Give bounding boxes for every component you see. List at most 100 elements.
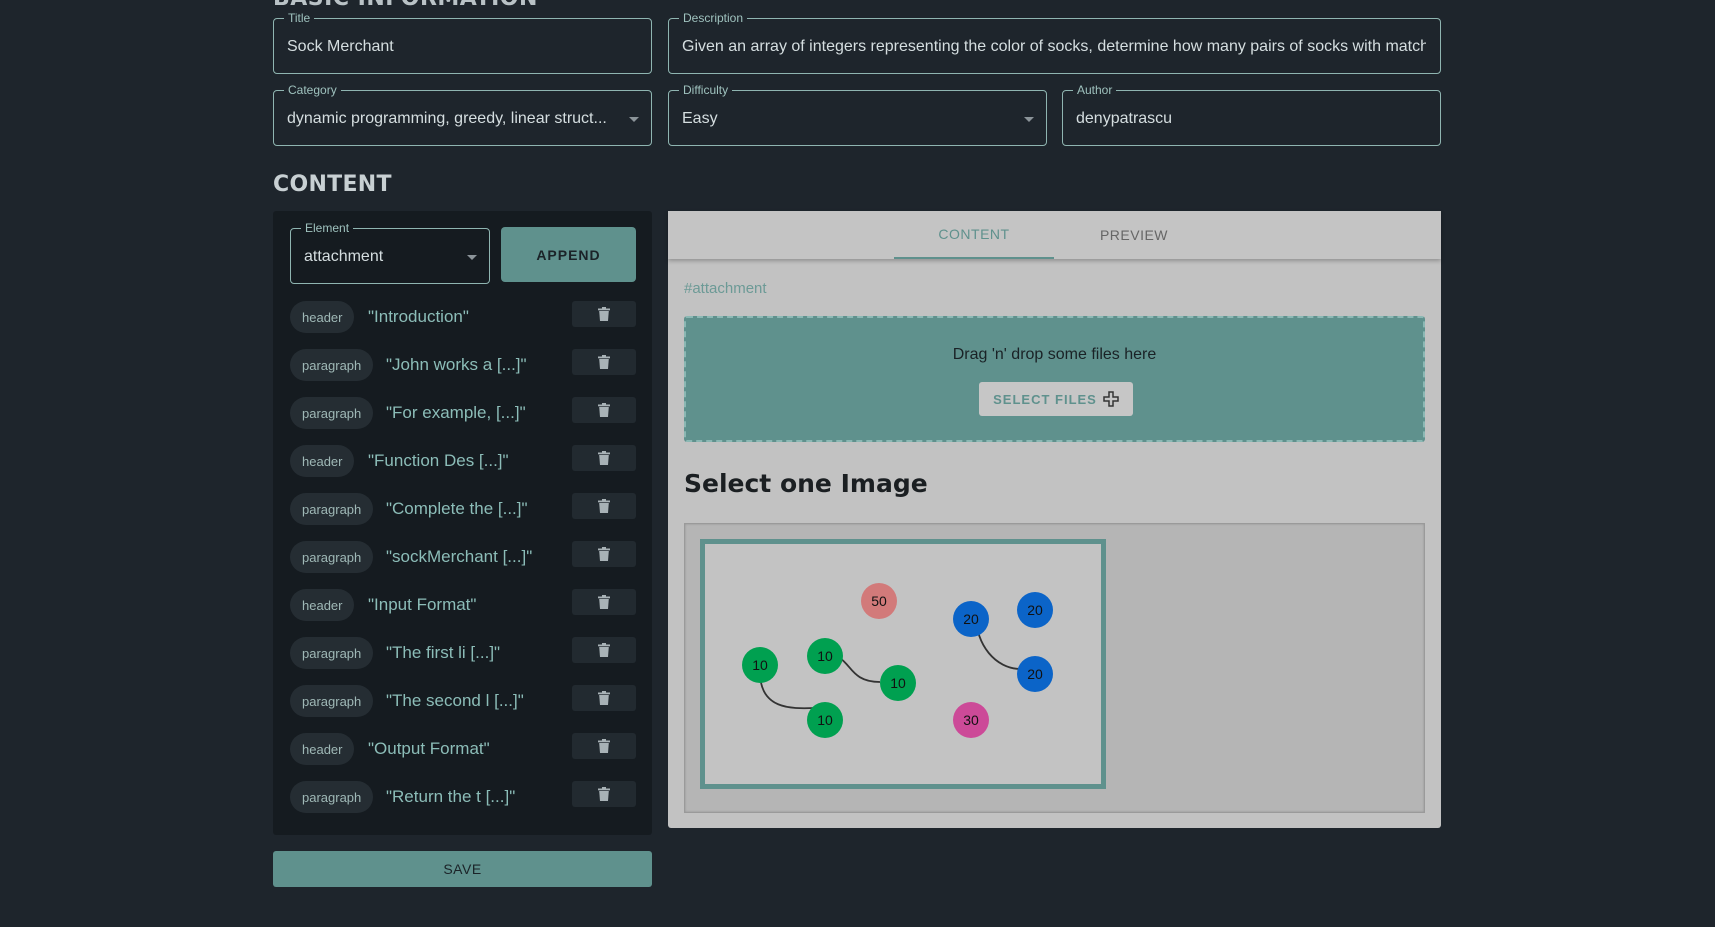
element-preview-text: "John works a [...]" [386, 355, 527, 374]
content-element-row[interactable]: header "Introduction" [290, 300, 636, 333]
tab-preview[interactable]: PREVIEW [1054, 211, 1214, 259]
select-files-button[interactable]: SELECT FILES [979, 382, 1133, 416]
svg-text:10: 10 [817, 648, 833, 664]
trash-icon [598, 643, 610, 657]
delete-button[interactable] [572, 445, 636, 471]
content-element-row[interactable]: paragraph "For example, [...]" [290, 396, 636, 429]
trash-icon [598, 499, 610, 513]
delete-button[interactable] [572, 685, 636, 711]
element-type-chip: header [290, 733, 355, 765]
save-button[interactable]: SAVE [273, 851, 652, 887]
editor-tabs: CONTENT PREVIEW [668, 211, 1441, 259]
element-preview-text: "Introduction" [368, 307, 469, 326]
graph-node: 20 [1017, 592, 1053, 628]
append-button[interactable]: APPEND [501, 227, 636, 282]
content-element-row[interactable]: paragraph "The first li [...]" [290, 636, 636, 669]
author-label: Author [1073, 83, 1117, 97]
title-field[interactable]: Title Sock Merchant [273, 11, 652, 74]
plus-icon [1103, 391, 1119, 407]
content-element-row[interactable]: paragraph "The second l [...]" [290, 684, 636, 717]
description-field[interactable]: Description Given an array of integers r… [668, 11, 1441, 74]
element-value: attachment [304, 248, 384, 265]
description-label: Description [679, 11, 748, 25]
difficulty-value: Easy [682, 110, 718, 127]
content-element-row[interactable]: header "Function Des [...]" [290, 444, 636, 477]
chevron-down-icon [467, 255, 477, 260]
trash-icon [598, 739, 610, 753]
image-thumbnail[interactable]: 50 20 20 10 10 10 20 10 30 [700, 539, 1106, 789]
graph-thumbnail-image: 50 20 20 10 10 10 20 10 30 [742, 583, 1053, 738]
delete-button[interactable] [572, 589, 636, 615]
graph-node: 20 [953, 601, 989, 637]
svg-text:20: 20 [963, 611, 979, 627]
content-element-row[interactable]: header "Input Format" [290, 588, 636, 621]
image-gallery: 50 20 20 10 10 10 20 10 30 [684, 523, 1425, 813]
trash-icon [598, 787, 610, 801]
graph-node: 10 [807, 638, 843, 674]
graph-node: 30 [953, 702, 989, 738]
category-value: dynamic programming, greedy, linear stru… [287, 110, 607, 127]
content-elements-panel: Element attachment APPEND header "Introdu… [273, 211, 652, 835]
svg-text:30: 30 [963, 712, 979, 728]
delete-button[interactable] [572, 541, 636, 567]
category-select[interactable]: Category dynamic programming, greedy, li… [273, 83, 652, 146]
element-select[interactable]: Element attachment [290, 221, 490, 284]
element-preview-text: "Complete the [...]" [386, 499, 528, 518]
graph-node: 10 [807, 702, 843, 738]
chevron-down-icon [1024, 117, 1034, 122]
delete-button[interactable] [572, 781, 636, 807]
svg-text:20: 20 [1027, 602, 1043, 618]
element-type-chip: paragraph [290, 349, 374, 381]
delete-button[interactable] [572, 349, 636, 375]
trash-icon [598, 307, 610, 321]
element-preview-text: "The second l [...]" [386, 691, 524, 710]
basic-information-heading: BASIC INFORMATION [273, 0, 538, 11]
content-element-row[interactable]: paragraph "Complete the [...]" [290, 492, 636, 525]
svg-text:50: 50 [871, 593, 887, 609]
svg-text:10: 10 [890, 675, 906, 691]
element-preview-text: "sockMerchant [...]" [386, 547, 533, 566]
element-tag: #attachment [684, 280, 767, 297]
title-value: Sock Merchant [287, 38, 394, 55]
element-type-chip: paragraph [290, 493, 374, 525]
content-element-row[interactable]: paragraph "John works a [...]" [290, 348, 636, 381]
element-type-chip: paragraph [290, 397, 374, 429]
editor-panel: CONTENT PREVIEW #attachment Drag 'n' dro… [668, 211, 1441, 828]
chevron-down-icon [629, 117, 639, 122]
select-files-label: SELECT FILES [993, 391, 1097, 407]
content-element-row[interactable]: header "Output Format" [290, 732, 636, 765]
graph-node: 10 [880, 665, 916, 701]
delete-button[interactable] [572, 733, 636, 759]
element-type-chip: paragraph [290, 781, 374, 813]
element-type-chip: header [290, 301, 355, 333]
graph-node: 50 [861, 583, 897, 619]
file-dropzone[interactable]: Drag 'n' drop some files here SELECT FIL… [684, 316, 1425, 442]
delete-button[interactable] [572, 493, 636, 519]
svg-text:20: 20 [1027, 666, 1043, 682]
category-label: Category [284, 83, 341, 97]
title-label: Title [284, 11, 315, 25]
element-type-chip: paragraph [290, 541, 374, 573]
element-preview-text: "Input Format" [368, 595, 477, 614]
graph-node: 20 [1017, 656, 1053, 692]
difficulty-label: Difficulty [679, 83, 733, 97]
trash-icon [598, 595, 610, 609]
delete-button[interactable] [572, 397, 636, 423]
svg-text:10: 10 [817, 712, 833, 728]
delete-button[interactable] [572, 637, 636, 663]
element-type-chip: header [290, 445, 355, 477]
content-element-row[interactable]: paragraph "Return the t [...]" [290, 780, 636, 813]
tab-content[interactable]: CONTENT [894, 211, 1054, 259]
trash-icon [598, 691, 610, 705]
element-preview-text: "The first li [...]" [386, 643, 501, 662]
difficulty-select[interactable]: Difficulty Easy [668, 83, 1047, 146]
description-value: Given an array of integers representing … [682, 38, 1426, 55]
element-preview-text: "Function Des [...]" [368, 451, 509, 470]
element-preview-text: "Output Format" [368, 739, 490, 758]
content-heading: CONTENT [273, 172, 392, 197]
author-field[interactable]: Author denypatrascu [1062, 83, 1441, 146]
delete-button[interactable] [572, 301, 636, 327]
trash-icon [598, 403, 610, 417]
dropzone-text: Drag 'n' drop some files here [952, 346, 1157, 363]
content-element-row[interactable]: paragraph "sockMerchant [...]" [290, 540, 636, 573]
